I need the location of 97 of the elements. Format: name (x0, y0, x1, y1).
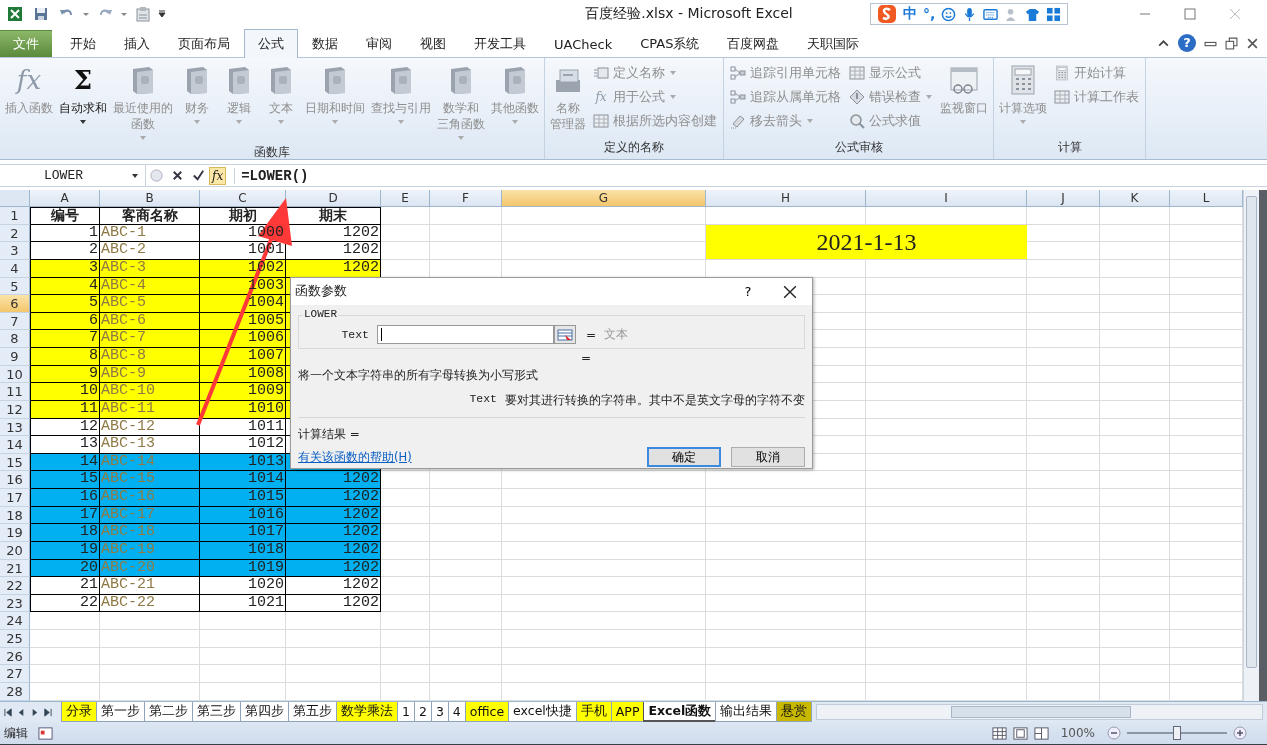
table-cell: ABC-17 (101, 506, 155, 523)
table-cell: 1202 (343, 224, 379, 241)
column-title: 编号 (50, 207, 79, 223)
table-cell: ABC-6 (101, 312, 146, 329)
equals-sign: = (581, 351, 592, 365)
table-cell: ABC-9 (101, 365, 146, 382)
table-cell: 6 (89, 312, 98, 329)
table-cell: ABC-18 (101, 524, 155, 541)
table-cell: 2 (89, 242, 98, 259)
table-cell: 14 (80, 453, 98, 470)
table-cell: 22 (80, 594, 98, 611)
table-cell: 1013 (248, 453, 284, 470)
table-cell: 11 (80, 400, 98, 417)
table-cell: 1004 (248, 295, 284, 312)
result-label: 计算结果 = (298, 426, 360, 443)
window-title: 百度经验.xlsx - Microsoft Excel (584, 5, 794, 23)
table-cell: 1011 (248, 418, 284, 435)
table-cell: 1006 (248, 330, 284, 347)
table-cell: 1202 (343, 594, 379, 611)
table-cell: 1202 (343, 559, 379, 576)
table-cell: ABC-1 (101, 224, 146, 241)
table-cell: ABC-4 (101, 277, 146, 294)
table-cell: 1202 (343, 541, 379, 558)
table-cell: 1009 (248, 383, 284, 400)
table-cell: 17 (80, 506, 98, 523)
table-cell: 3 (89, 259, 98, 276)
fx-icon: fx (593, 89, 609, 105)
table-cell: 1202 (343, 506, 379, 523)
argument-description: 要对其进行转换的字符串。其中不是英文字母的字符不变 (505, 392, 805, 409)
date-cell: 2021-1-13 (706, 224, 1027, 260)
table-cell: ABC-3 (101, 259, 146, 276)
table-cell: 1020 (248, 577, 284, 594)
table-cell: 8 (89, 348, 98, 364)
column-title: 客商名称 (121, 207, 178, 223)
table-cell: 12 (80, 418, 98, 435)
table-cell: 20 (80, 559, 98, 576)
table-cell: 1202 (343, 259, 379, 276)
table-cell: 1014 (248, 471, 284, 488)
table-cell: 9 (89, 365, 98, 382)
table-cell: 1021 (248, 594, 284, 611)
table-cell: 1018 (248, 541, 284, 558)
table-cell: 15 (80, 471, 98, 488)
argument-label: Text (340, 328, 369, 341)
table-cell: 1008 (248, 365, 284, 382)
table-cell: ABC-8 (101, 348, 146, 364)
table-cell: ABC-2 (101, 242, 146, 259)
column-title: 期初 (228, 207, 257, 223)
argument-label: Text (469, 392, 497, 407)
table-cell: ABC-14 (101, 453, 155, 470)
table-cell: 19 (80, 541, 98, 558)
sigma-icon: Σ (73, 64, 93, 96)
table-cell: ABC-13 (101, 436, 155, 453)
status-mode: 编辑 (4, 724, 28, 742)
table-cell: ABC-15 (101, 471, 155, 488)
table-cell: ABC-16 (101, 489, 155, 505)
table-cell: 1202 (343, 471, 379, 488)
table-cell: ABC-12 (101, 418, 155, 435)
table-cell: 1012 (248, 436, 284, 453)
table-cell: 16 (80, 489, 98, 505)
table-cell: 10 (80, 383, 98, 400)
table-cell: ABC-5 (101, 295, 146, 312)
argument-result: 文本 (604, 326, 629, 343)
table-cell: 7 (89, 330, 98, 347)
table-cell: 5 (89, 295, 98, 312)
group-label: 计算 (1056, 139, 1083, 156)
table-cell: 1202 (343, 577, 379, 594)
table-cell: ABC-7 (101, 330, 146, 347)
table-cell: 13 (80, 436, 98, 453)
fx-icon: fx (16, 64, 42, 96)
table-cell: 1202 (343, 524, 379, 541)
table-cell: ABC-22 (101, 594, 155, 611)
table-cell: 1202 (343, 489, 379, 505)
group-label: 公式审核 (833, 139, 884, 156)
function-name: LOWER (303, 308, 338, 320)
table-cell: ABC-10 (101, 383, 155, 400)
table-cell: ABC-11 (101, 400, 155, 417)
function-description: 将一个文本字符串的所有字母转换为小写形式 (298, 367, 538, 384)
table-cell: 1 (89, 224, 98, 241)
table-cell: 4 (89, 277, 98, 294)
table-cell: 1010 (248, 400, 284, 417)
table-cell: 1019 (248, 559, 284, 576)
table-cell: ABC-21 (101, 577, 155, 594)
equals-sign: = (586, 327, 597, 342)
table-cell: 18 (80, 524, 98, 541)
table-cell: 1015 (248, 489, 284, 505)
dialog-title: 函数参数 (295, 283, 347, 300)
table-cell: 1017 (248, 524, 284, 541)
table-cell: 1202 (343, 242, 379, 259)
table-cell: ABC-19 (101, 541, 155, 558)
table-cell: 1016 (248, 506, 284, 523)
table-cell: 1005 (248, 312, 284, 329)
table-cell: 21 (80, 577, 98, 594)
group-label: 定义的名称 (603, 139, 665, 156)
table-cell: 1007 (248, 348, 284, 364)
group-label: 函数库 (253, 144, 291, 161)
table-cell: ABC-20 (101, 559, 155, 576)
column-title: 期末 (319, 207, 347, 223)
